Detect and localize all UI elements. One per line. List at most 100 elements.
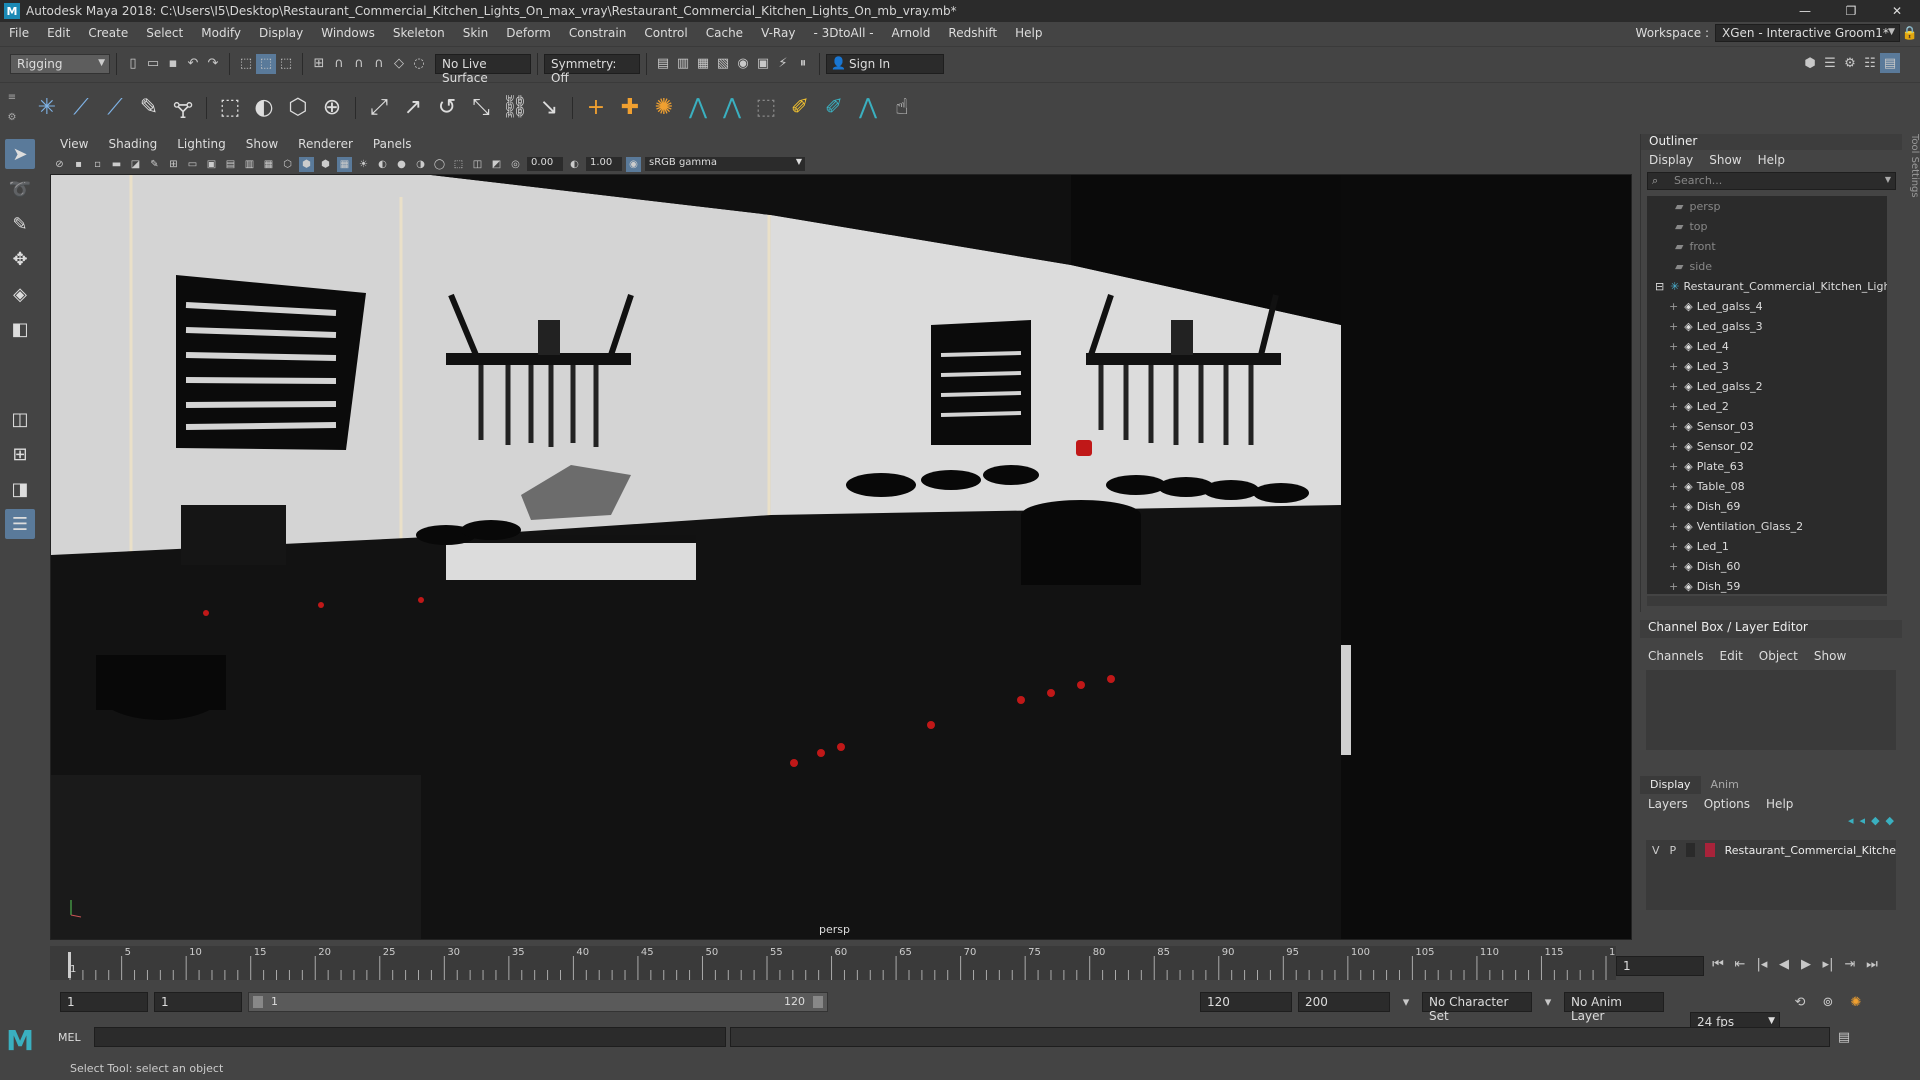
menu-windows[interactable]: Windows bbox=[312, 26, 384, 40]
exposure-icon[interactable]: ◎ bbox=[508, 157, 523, 172]
step-back-key-icon[interactable]: ⇤ bbox=[1730, 954, 1750, 974]
expand-icon[interactable]: + bbox=[1669, 400, 1678, 413]
camera-select-icon[interactable]: ⊘ bbox=[52, 157, 67, 172]
open-scene-icon[interactable]: ▭ bbox=[143, 54, 163, 74]
render-settings-icon[interactable]: ▧ bbox=[713, 54, 733, 74]
new-layer-icon[interactable]: ◆ bbox=[1871, 814, 1879, 834]
shelf-tabs-toggle[interactable]: ≡ ⚙ bbox=[0, 88, 24, 128]
cluster-icon[interactable]: ⬚ bbox=[213, 88, 247, 128]
layer-visibility-toggle[interactable]: V bbox=[1652, 844, 1660, 857]
menu-file[interactable]: File bbox=[0, 26, 38, 40]
snap-view-icon[interactable]: ∩ bbox=[369, 54, 389, 74]
orient-constraint-icon[interactable]: ↺ bbox=[430, 88, 464, 128]
grid-icon[interactable]: ⊞ bbox=[166, 157, 181, 172]
outliner-item-dish-69[interactable]: + ◈ Dish_69 bbox=[1647, 496, 1887, 516]
animation-end-field[interactable]: 200 bbox=[1298, 992, 1390, 1012]
outliner-menu-help[interactable]: Help bbox=[1750, 153, 1793, 167]
snap-live-icon[interactable]: ◌ bbox=[409, 54, 429, 74]
menuset-dropdown[interactable]: Rigging bbox=[10, 53, 110, 74]
create-joints-icon[interactable]: ✳ bbox=[30, 88, 64, 128]
attribute-editor-icon[interactable]: ☰ bbox=[1820, 53, 1840, 73]
auto-key-icon[interactable]: ⊚ bbox=[1818, 992, 1838, 1012]
expand-icon[interactable]: + bbox=[1669, 500, 1678, 513]
outliner-item-dish-59[interactable]: + ◈ Dish_59 bbox=[1647, 576, 1887, 594]
menu-cache[interactable]: Cache bbox=[697, 26, 752, 40]
outliner-item-table-08[interactable]: + ◈ Table_08 bbox=[1647, 476, 1887, 496]
layer-color-swatch[interactable] bbox=[1705, 843, 1715, 857]
outliner-item-led-galss-3[interactable]: + ◈ Led_galss_3 bbox=[1647, 316, 1887, 336]
move-layer-down-icon[interactable]: ◂ bbox=[1860, 814, 1866, 834]
outliner-item-dish-60[interactable]: + ◈ Dish_60 bbox=[1647, 556, 1887, 576]
select-object-icon[interactable]: ⬚ bbox=[256, 53, 276, 74]
outliner-item-led-2[interactable]: + ◈ Led_2 bbox=[1647, 396, 1887, 416]
pole-vector-icon[interactable]: ↘ bbox=[532, 88, 566, 128]
persp-outliner-icon[interactable]: ☰ bbox=[5, 509, 35, 539]
go-to-end-icon[interactable]: ⏭ bbox=[1862, 954, 1882, 974]
range-slider-bar[interactable]: 1 120 bbox=[248, 992, 828, 1012]
isolate-select-icon[interactable]: ⬚ bbox=[451, 157, 466, 172]
live-surface-field[interactable]: No Live Surface bbox=[435, 53, 531, 85]
menu-modify[interactable]: Modify bbox=[192, 26, 250, 40]
go-to-start-icon[interactable]: ⏮ bbox=[1708, 954, 1728, 974]
outliner-item-sensor-02[interactable]: + ◈ Sensor_02 bbox=[1647, 436, 1887, 456]
new-scene-icon[interactable]: ▯ bbox=[123, 54, 143, 74]
menu-vray[interactable]: V-Ray bbox=[752, 26, 804, 40]
expand-icon[interactable]: + bbox=[1669, 560, 1678, 573]
hypershade-icon[interactable]: ◉ bbox=[733, 54, 753, 74]
viewport-menu-view[interactable]: View bbox=[50, 137, 98, 151]
expand-icon[interactable]: + bbox=[1669, 420, 1678, 433]
expand-icon[interactable]: + bbox=[1669, 340, 1678, 353]
snap-curve-icon[interactable]: ∩ bbox=[329, 54, 349, 74]
new-layer-selected-icon[interactable]: ◆ bbox=[1886, 814, 1894, 834]
bind-skin-icon[interactable]: ✎ bbox=[132, 88, 166, 128]
expand-icon[interactable]: + bbox=[1669, 460, 1678, 473]
wireframe-icon[interactable]: ⬡ bbox=[280, 157, 295, 172]
outliner-item-sensor-03[interactable]: + ◈ Sensor_03 bbox=[1647, 416, 1887, 436]
two-view-icon[interactable]: ◨ bbox=[5, 474, 35, 504]
four-view-icon[interactable]: ⊞ bbox=[5, 439, 35, 469]
outliner-item-led-galss-2[interactable]: + ◈ Led_galss_2 bbox=[1647, 376, 1887, 396]
tab-anim[interactable]: Anim bbox=[1701, 776, 1749, 794]
gate-mask-icon[interactable]: ▤ bbox=[223, 157, 238, 172]
menu-constrain[interactable]: Constrain bbox=[560, 26, 636, 40]
menu-display[interactable]: Display bbox=[250, 26, 312, 40]
layer-menu-options[interactable]: Options bbox=[1696, 797, 1758, 811]
hik-alt-icon[interactable]: ⋀ bbox=[715, 88, 749, 128]
select-tool-icon[interactable]: ➤ bbox=[5, 139, 35, 169]
outliner-menu-show[interactable]: Show bbox=[1701, 153, 1749, 167]
xray-icon[interactable]: ◫ bbox=[470, 157, 485, 172]
safe-action-icon[interactable]: ▦ bbox=[261, 157, 276, 172]
exposure-field[interactable]: 0.00 bbox=[527, 157, 563, 171]
parent-constraint-icon[interactable]: ⛓ bbox=[498, 88, 532, 128]
select-hierarchy-icon[interactable]: ⬚ bbox=[236, 54, 256, 74]
smooth-shade-icon[interactable]: ⬢ bbox=[299, 156, 314, 172]
expand-icon[interactable]: + bbox=[1669, 320, 1678, 333]
undo-icon[interactable]: ↶ bbox=[183, 54, 203, 74]
sign-in-dropdown[interactable]: 👤 Sign In bbox=[826, 53, 944, 74]
layer-menu-help[interactable]: Help bbox=[1758, 797, 1801, 811]
perspective-viewport[interactable]: persp bbox=[50, 174, 1632, 940]
command-language-label[interactable]: MEL bbox=[50, 1031, 90, 1044]
scale-tool-icon[interactable]: ◧ bbox=[5, 314, 35, 344]
redo-icon[interactable]: ↷ bbox=[203, 54, 223, 74]
wireframe-on-shaded-icon[interactable]: ⬢ bbox=[318, 157, 333, 172]
tool-settings-tab[interactable]: Tool Settings bbox=[1904, 134, 1920, 394]
lattice-icon[interactable]: ◐ bbox=[247, 88, 281, 128]
menu-3dtoall[interactable]: - 3DtoAll - bbox=[804, 26, 882, 40]
grease-pencil-icon[interactable]: ✎ bbox=[147, 157, 162, 172]
ik-fk-icon[interactable]: ✺ bbox=[647, 88, 681, 128]
aim-constraint-icon[interactable]: ↗ bbox=[396, 88, 430, 128]
xray-joints-icon[interactable]: ◩ bbox=[489, 157, 504, 172]
chevron-down-icon[interactable]: ▾ bbox=[1396, 992, 1416, 1012]
quick-rig-icon[interactable]: 🝖 bbox=[166, 88, 200, 128]
lock-icon[interactable]: 🔒 bbox=[1900, 23, 1920, 43]
colorspace-dropdown[interactable]: sRGB gamma ▼ bbox=[645, 157, 805, 171]
outliner-item-top[interactable]: ▰ top bbox=[1647, 216, 1887, 236]
animation-start-field[interactable]: 1 bbox=[60, 992, 148, 1012]
ipr-render-icon[interactable]: ▦ bbox=[693, 54, 713, 74]
channel-box-menu-show[interactable]: Show bbox=[1806, 649, 1854, 663]
playback-start-field[interactable]: 1 bbox=[154, 992, 242, 1012]
gamma-icon[interactable]: ◐ bbox=[567, 157, 582, 172]
outliner-item-ventilation-glass-2[interactable]: + ◈ Ventilation_Glass_2 bbox=[1647, 516, 1887, 536]
chevron-down-icon[interactable]: ▾ bbox=[1538, 992, 1558, 1012]
